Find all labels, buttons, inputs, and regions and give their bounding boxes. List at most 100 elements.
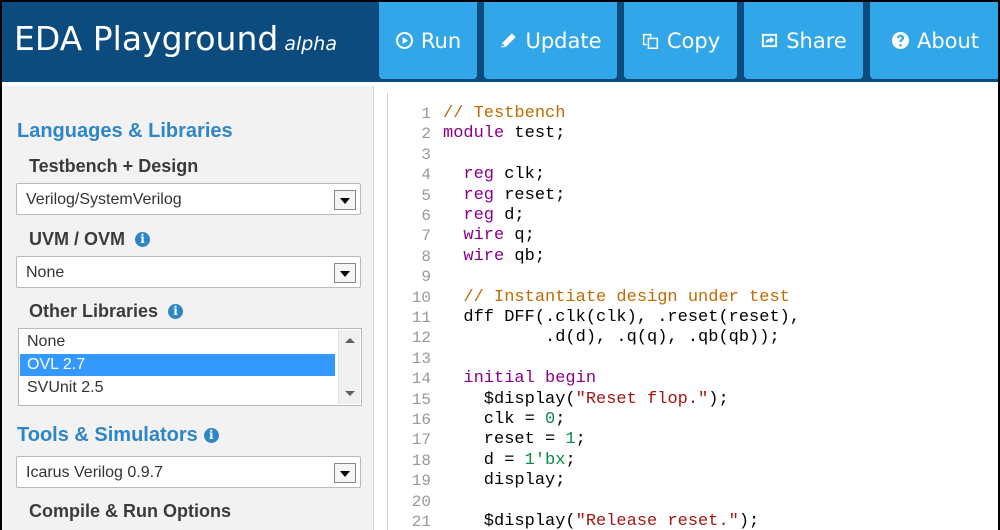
code-line[interactable]: $display("Release reset.");: [443, 512, 759, 530]
code-line[interactable]: wire q;: [443, 226, 535, 246]
testbench-code-editor[interactable]: 1 2 3 4 5 6 7 8 9 10 11 12 13 14 15 16 17 18 19 20 21 // Tes…: [387, 93, 998, 530]
testbench-language-value: Verilog/SystemVerilog: [26, 191, 182, 208]
library-option-ovl[interactable]: OVL 2.7: [20, 354, 335, 376]
scroll-up-icon[interactable]: [345, 338, 355, 343]
code-line[interactable]: module test;: [443, 124, 565, 144]
code-token: "Release reset.": [575, 512, 739, 530]
line-number: 9: [421, 268, 431, 287]
dropdown-arrow-icon[interactable]: [334, 263, 356, 283]
code-token: ;: [555, 410, 566, 429]
info-icon[interactable]: i: [135, 232, 151, 247]
uvm-ovm-label: UVM / OVM i: [29, 229, 151, 250]
code-token: 0: [545, 410, 556, 429]
code-token: $display(: [443, 512, 576, 530]
line-number: 8: [421, 247, 431, 266]
line-number: 18: [411, 451, 431, 470]
code-line[interactable]: dff DFF(.clk(clk), .reset(reset),: [443, 308, 800, 328]
top-bar: EDA Playground alpha Run Update Copy Shar…: [2, 2, 998, 82]
copy-label: Copy: [666, 28, 721, 53]
share-icon: [762, 33, 778, 48]
code-line[interactable]: wire qb;: [443, 247, 545, 267]
other-libraries-label: Other Libraries i: [29, 301, 184, 322]
dropdown-arrow-icon[interactable]: [334, 463, 356, 483]
tools-simulators-heading: Tools & Simulators i: [17, 424, 219, 447]
code-token: .d(d), .q(q), .qb(qb));: [443, 328, 780, 348]
line-number: 6: [421, 207, 431, 225]
line-number: 17: [411, 431, 431, 450]
options-sidebar: Languages & Libraries Testbench + Design…: [2, 86, 374, 530]
uvm-ovm-value: None: [26, 264, 65, 281]
code-line[interactable]: reg d;: [443, 206, 525, 226]
copy-button[interactable]: Copy: [624, 2, 737, 79]
other-libraries-listbox[interactable]: None OVL 2.7 SVUnit 2.5: [18, 328, 362, 406]
line-number: 12: [411, 329, 431, 348]
code-token: );: [708, 389, 729, 409]
code-line[interactable]: reg clk;: [443, 165, 545, 185]
code-token: "Reset flop.": [575, 389, 709, 409]
code-token: dff DFF(.clk(clk), .reset(reset),: [443, 308, 801, 327]
library-option-svunit[interactable]: SVUnit 2.5: [20, 377, 335, 399]
code-line[interactable]: // Testbench: [443, 104, 565, 124]
simulator-select[interactable]: Icarus Verilog 0.9.7: [16, 456, 361, 488]
line-number: 3: [421, 145, 431, 164]
line-number: 7: [421, 227, 431, 246]
code-token: );: [738, 512, 760, 530]
run-label: Run: [420, 28, 462, 53]
code-token: ;: [565, 450, 576, 470]
share-button[interactable]: Share: [744, 2, 863, 79]
brand-logo[interactable]: EDA Playground alpha: [14, 19, 337, 58]
code-token: clk =: [443, 410, 546, 429]
info-icon[interactable]: i: [168, 304, 184, 319]
scroll-down-icon[interactable]: [345, 391, 355, 396]
code-token: $display(: [443, 389, 576, 409]
library-option-none[interactable]: None: [20, 331, 335, 353]
brand-tag: alpha: [284, 33, 337, 55]
line-number: 13: [411, 349, 431, 368]
code-line[interactable]: $display("Reset flop.");: [443, 390, 729, 410]
line-number-gutter: 1 2 3 4 5 6 7 8 9 10 11 12 13 14 15 16 17 18 19 20 21: [388, 93, 433, 530]
about-button[interactable]: About: [870, 2, 998, 79]
dropdown-arrow-icon[interactable]: [334, 190, 356, 210]
code-token: wire: [463, 246, 505, 266]
code-line[interactable]: display;: [443, 471, 566, 491]
code-line[interactable]: reset = 1;: [443, 430, 586, 450]
code-token: d;: [494, 206, 525, 225]
testbench-language-select[interactable]: Verilog/SystemVerilog: [16, 183, 361, 215]
code-token: reset =: [443, 430, 566, 450]
uvm-ovm-select[interactable]: None: [16, 256, 361, 288]
code-line[interactable]: d = 1'bx;: [443, 451, 576, 471]
pencil-icon: [501, 33, 517, 48]
about-label: About: [916, 28, 980, 53]
code-line[interactable]: initial begin: [443, 369, 596, 389]
code-token: wire: [463, 226, 505, 246]
line-number: 10: [411, 288, 431, 307]
languages-libraries-heading: Languages & Libraries: [17, 120, 233, 142]
info-icon[interactable]: i: [203, 428, 219, 443]
line-number: 2: [421, 125, 431, 144]
code-token: module: [443, 124, 505, 144]
code-token: clk;: [494, 165, 546, 185]
code-line[interactable]: .d(d), .q(q), .qb(qb));: [443, 328, 780, 348]
line-number: 21: [411, 513, 431, 530]
code-token: reset;: [494, 185, 566, 205]
line-number: 14: [411, 370, 431, 389]
share-label: Share: [786, 28, 847, 53]
code-token: reg: [463, 185, 495, 205]
code-token: q;: [504, 226, 535, 246]
compile-run-options-label: Compile & Run Options: [29, 501, 231, 521]
code-line[interactable]: reg reset;: [443, 186, 565, 206]
code-token: reg: [463, 206, 495, 225]
code-token: display;: [443, 471, 566, 491]
code-token: qb;: [504, 246, 546, 266]
update-label: Update: [525, 28, 602, 53]
listbox-scrollbar[interactable]: [338, 330, 360, 404]
run-button[interactable]: Run: [379, 2, 477, 79]
code-line[interactable]: clk = 0;: [443, 410, 566, 430]
update-button[interactable]: Update: [484, 2, 617, 79]
code-line[interactable]: // Instantiate design under test: [443, 288, 789, 308]
